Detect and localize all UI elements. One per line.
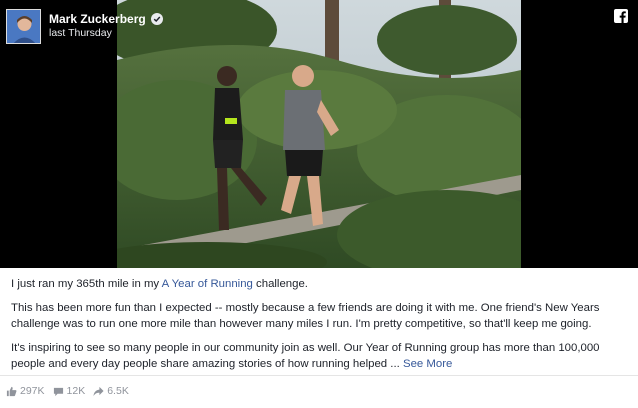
facebook-logo-icon[interactable] xyxy=(614,9,628,23)
reactions-stat[interactable]: 297K xyxy=(6,385,45,397)
shares-count: 6.5K xyxy=(107,385,129,397)
post-paragraph-2: This has been more fun than I expected -… xyxy=(11,301,600,331)
author-row: Mark Zuckerberg xyxy=(49,12,163,27)
post-photo[interactable] xyxy=(117,0,521,268)
post-paragraph-3: It's inspiring to see so many people in … xyxy=(11,340,626,373)
comments-count: 12K xyxy=(66,385,86,397)
post-body: I just ran my 365th mile in my A Year of… xyxy=(11,276,626,380)
post-footer: 297K 12K 6.5K xyxy=(0,375,638,408)
comment-icon xyxy=(53,386,64,397)
post-media: Mark Zuckerberg last Thursday xyxy=(0,0,638,268)
comments-stat[interactable]: 12K xyxy=(53,385,86,397)
paragraph-1-end: challenge. xyxy=(252,278,308,290)
paragraph-3-text: It's inspiring to see so many people in … xyxy=(11,341,600,371)
post-header: Mark Zuckerberg last Thursday xyxy=(6,6,163,46)
engagement-stats: 297K 12K 6.5K xyxy=(6,385,129,397)
verified-badge-icon xyxy=(150,13,163,26)
reactions-count: 297K xyxy=(20,385,45,397)
post-paragraph-1: I just ran my 365th mile in my A Year of… xyxy=(11,276,626,293)
running-photo xyxy=(117,0,521,268)
author-name[interactable]: Mark Zuckerberg xyxy=(49,12,146,27)
see-more-link[interactable]: See More xyxy=(403,358,452,370)
year-of-running-link[interactable]: A Year of Running xyxy=(162,278,253,290)
author-info: Mark Zuckerberg last Thursday xyxy=(49,12,163,40)
paragraph-1-text: I just ran my 365th mile in my xyxy=(11,278,162,290)
share-icon xyxy=(93,386,104,397)
post-timestamp[interactable]: last Thursday xyxy=(49,27,163,40)
author-avatar[interactable] xyxy=(6,8,41,44)
avatar-image xyxy=(7,9,40,43)
facebook-post: Mark Zuckerberg last Thursday I just ran… xyxy=(0,0,638,408)
shares-stat[interactable]: 6.5K xyxy=(93,385,129,397)
like-icon xyxy=(6,386,17,397)
